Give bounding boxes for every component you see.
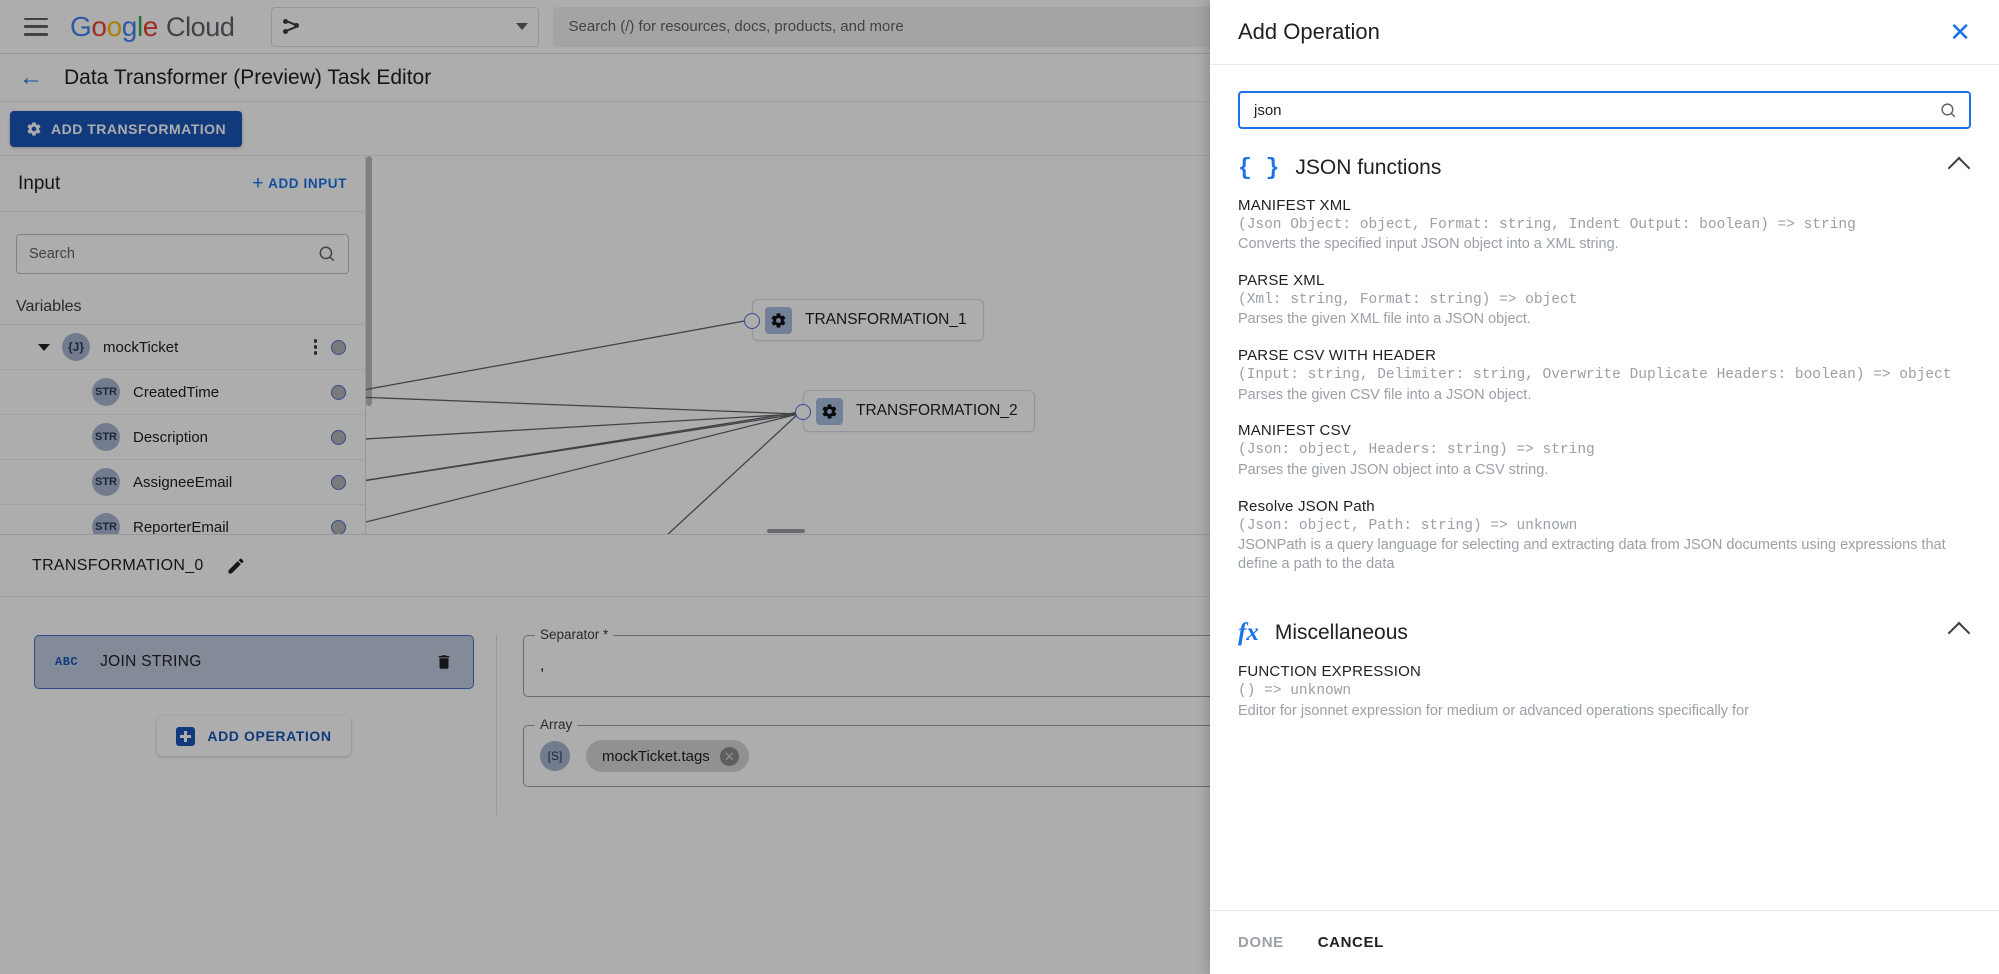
function-name: MANIFEST XML bbox=[1238, 197, 1971, 214]
add-operation-panel: Add Operation ✕ json { } JSON functions bbox=[1210, 0, 1999, 974]
operation-search-input[interactable]: json bbox=[1238, 91, 1971, 129]
panel-title: Add Operation bbox=[1238, 19, 1380, 45]
function-item-manifest-csv[interactable]: MANIFEST CSV (Json: object, Headers: str… bbox=[1238, 422, 1971, 479]
function-name: PARSE CSV WITH HEADER bbox=[1238, 347, 1971, 364]
chevron-up-icon[interactable] bbox=[1948, 157, 1971, 180]
function-name: MANIFEST CSV bbox=[1238, 422, 1971, 439]
json-braces-icon: { } bbox=[1238, 155, 1279, 181]
function-description: Editor for jsonnet expression for medium… bbox=[1238, 702, 1971, 721]
screen-root: Google Cloud Search (/) for resources, d… bbox=[0, 0, 1999, 974]
function-description: Parses the given CSV file into a JSON ob… bbox=[1238, 386, 1971, 405]
search-icon[interactable] bbox=[1940, 102, 1957, 119]
panel-body[interactable]: { } JSON functions MANIFEST XML (Json Ob… bbox=[1210, 129, 1999, 910]
done-button[interactable]: DONE bbox=[1238, 934, 1284, 951]
chevron-up-icon[interactable] bbox=[1948, 622, 1971, 645]
function-signature: (Json: object, Headers: string) => strin… bbox=[1238, 441, 1971, 460]
section-header-json-functions[interactable]: { } JSON functions bbox=[1238, 155, 1971, 181]
cancel-button[interactable]: CANCEL bbox=[1318, 934, 1384, 951]
section-header-miscellaneous[interactable]: fx Miscellaneous bbox=[1238, 619, 1971, 647]
modal-scrim-overlay[interactable] bbox=[0, 0, 1210, 974]
function-signature: () => unknown bbox=[1238, 682, 1971, 701]
function-item-manifest-xml[interactable]: MANIFEST XML (Json Object: object, Forma… bbox=[1238, 197, 1971, 254]
function-description: Converts the specified input JSON object… bbox=[1238, 235, 1971, 254]
function-item-resolve-json-path[interactable]: Resolve JSON Path (Json: object, Path: s… bbox=[1238, 498, 1971, 574]
function-signature: (Json Object: object, Format: string, In… bbox=[1238, 216, 1971, 235]
section-title: JSON functions bbox=[1295, 156, 1441, 180]
function-name: Resolve JSON Path bbox=[1238, 498, 1971, 515]
function-signature: (Xml: string, Format: string) => object bbox=[1238, 291, 1971, 310]
miscellaneous-functions-list: FUNCTION EXPRESSION () => unknown Editor… bbox=[1238, 663, 1971, 720]
function-fx-icon: fx bbox=[1238, 619, 1259, 647]
json-functions-list: MANIFEST XML (Json Object: object, Forma… bbox=[1238, 197, 1971, 573]
function-description: JSONPath is a query language for selecti… bbox=[1238, 536, 1971, 574]
panel-header: Add Operation ✕ bbox=[1210, 0, 1999, 65]
function-signature: (Input: string, Delimiter: string, Overw… bbox=[1238, 366, 1971, 385]
function-name: FUNCTION EXPRESSION bbox=[1238, 663, 1971, 680]
function-name: PARSE XML bbox=[1238, 272, 1971, 289]
close-icon[interactable]: ✕ bbox=[1949, 19, 1971, 45]
function-signature: (Json: object, Path: string) => unknown bbox=[1238, 517, 1971, 536]
function-description: Parses the given XML file into a JSON ob… bbox=[1238, 310, 1971, 329]
function-item-function-expression[interactable]: FUNCTION EXPRESSION () => unknown Editor… bbox=[1238, 663, 1971, 720]
panel-footer: DONE CANCEL bbox=[1210, 910, 1999, 974]
section-title: Miscellaneous bbox=[1275, 621, 1408, 645]
operation-search-value: json bbox=[1254, 102, 1282, 119]
function-item-parse-xml[interactable]: PARSE XML (Xml: string, Format: string) … bbox=[1238, 272, 1971, 329]
function-description: Parses the given JSON object into a CSV … bbox=[1238, 461, 1971, 480]
function-item-parse-csv-with-header[interactable]: PARSE CSV WITH HEADER (Input: string, De… bbox=[1238, 347, 1971, 404]
panel-search-wrapper: json bbox=[1210, 65, 1999, 129]
